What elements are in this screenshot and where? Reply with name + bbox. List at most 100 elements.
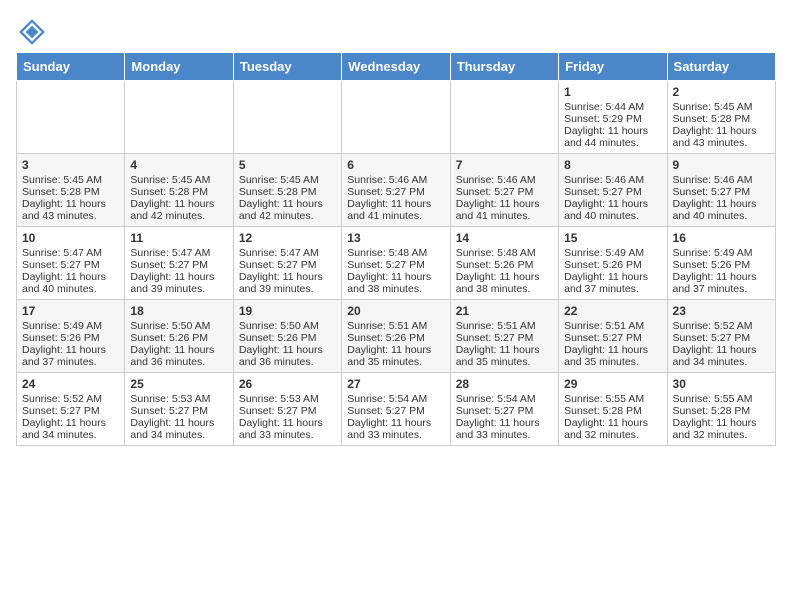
- day-number: 22: [564, 304, 661, 318]
- day-number: 21: [456, 304, 553, 318]
- day-info-line: Sunrise: 5:55 AM: [673, 393, 770, 405]
- day-header-tuesday: Tuesday: [233, 53, 341, 81]
- day-info-line: Sunrise: 5:49 AM: [564, 247, 661, 259]
- day-info-line: Daylight: 11 hours and 32 minutes.: [673, 417, 770, 441]
- calendar-week-row: 1Sunrise: 5:44 AMSunset: 5:29 PMDaylight…: [17, 81, 776, 154]
- day-info-line: Daylight: 11 hours and 41 minutes.: [347, 198, 444, 222]
- day-number: 4: [130, 158, 227, 172]
- day-header-monday: Monday: [125, 53, 233, 81]
- day-number: 15: [564, 231, 661, 245]
- day-info-line: Sunrise: 5:45 AM: [22, 174, 119, 186]
- calendar-day-cell: 12Sunrise: 5:47 AMSunset: 5:27 PMDayligh…: [233, 227, 341, 300]
- day-info-line: Daylight: 11 hours and 44 minutes.: [564, 125, 661, 149]
- day-info-line: Sunrise: 5:50 AM: [130, 320, 227, 332]
- day-info-line: Sunset: 5:27 PM: [456, 332, 553, 344]
- calendar-day-cell: 4Sunrise: 5:45 AMSunset: 5:28 PMDaylight…: [125, 154, 233, 227]
- day-info-line: Sunset: 5:26 PM: [673, 259, 770, 271]
- day-info-line: Sunset: 5:26 PM: [130, 332, 227, 344]
- calendar-week-row: 10Sunrise: 5:47 AMSunset: 5:27 PMDayligh…: [17, 227, 776, 300]
- calendar-day-cell: 11Sunrise: 5:47 AMSunset: 5:27 PMDayligh…: [125, 227, 233, 300]
- day-header-thursday: Thursday: [450, 53, 558, 81]
- calendar-day-cell: 16Sunrise: 5:49 AMSunset: 5:26 PMDayligh…: [667, 227, 775, 300]
- day-info-line: Sunset: 5:28 PM: [673, 405, 770, 417]
- calendar-day-cell: 23Sunrise: 5:52 AMSunset: 5:27 PMDayligh…: [667, 300, 775, 373]
- day-info-line: Sunrise: 5:47 AM: [130, 247, 227, 259]
- day-info-line: Sunrise: 5:54 AM: [456, 393, 553, 405]
- day-info-line: Daylight: 11 hours and 35 minutes.: [564, 344, 661, 368]
- empty-cell: [17, 81, 125, 154]
- day-info-line: Daylight: 11 hours and 34 minutes.: [130, 417, 227, 441]
- day-info-line: Sunset: 5:27 PM: [456, 405, 553, 417]
- calendar-day-cell: 1Sunrise: 5:44 AMSunset: 5:29 PMDaylight…: [559, 81, 667, 154]
- header: [16, 16, 776, 48]
- day-info-line: Sunrise: 5:52 AM: [22, 393, 119, 405]
- day-number: 19: [239, 304, 336, 318]
- day-info-line: Sunset: 5:27 PM: [130, 405, 227, 417]
- day-info-line: Daylight: 11 hours and 32 minutes.: [564, 417, 661, 441]
- calendar-day-cell: 7Sunrise: 5:46 AMSunset: 5:27 PMDaylight…: [450, 154, 558, 227]
- day-info-line: Daylight: 11 hours and 33 minutes.: [239, 417, 336, 441]
- day-info-line: Sunrise: 5:46 AM: [347, 174, 444, 186]
- day-info-line: Sunset: 5:27 PM: [347, 259, 444, 271]
- day-number: 25: [130, 377, 227, 391]
- day-info-line: Sunrise: 5:45 AM: [239, 174, 336, 186]
- day-info-line: Sunrise: 5:49 AM: [22, 320, 119, 332]
- day-number: 20: [347, 304, 444, 318]
- day-info-line: Sunrise: 5:54 AM: [347, 393, 444, 405]
- calendar-header-row: SundayMondayTuesdayWednesdayThursdayFrid…: [17, 53, 776, 81]
- day-info-line: Daylight: 11 hours and 33 minutes.: [347, 417, 444, 441]
- day-info-line: Daylight: 11 hours and 40 minutes.: [22, 271, 119, 295]
- day-number: 23: [673, 304, 770, 318]
- calendar-day-cell: 8Sunrise: 5:46 AMSunset: 5:27 PMDaylight…: [559, 154, 667, 227]
- day-info-line: Daylight: 11 hours and 37 minutes.: [673, 271, 770, 295]
- day-info-line: Sunset: 5:27 PM: [239, 405, 336, 417]
- calendar-table: SundayMondayTuesdayWednesdayThursdayFrid…: [16, 52, 776, 446]
- day-info-line: Daylight: 11 hours and 40 minutes.: [564, 198, 661, 222]
- calendar-day-cell: 27Sunrise: 5:54 AMSunset: 5:27 PMDayligh…: [342, 373, 450, 446]
- day-info-line: Sunset: 5:27 PM: [347, 405, 444, 417]
- empty-cell: [233, 81, 341, 154]
- calendar-day-cell: 3Sunrise: 5:45 AMSunset: 5:28 PMDaylight…: [17, 154, 125, 227]
- day-info-line: Daylight: 11 hours and 37 minutes.: [564, 271, 661, 295]
- calendar-day-cell: 26Sunrise: 5:53 AMSunset: 5:27 PMDayligh…: [233, 373, 341, 446]
- day-info-line: Sunrise: 5:48 AM: [347, 247, 444, 259]
- day-number: 28: [456, 377, 553, 391]
- day-info-line: Daylight: 11 hours and 35 minutes.: [456, 344, 553, 368]
- day-info-line: Sunrise: 5:45 AM: [673, 101, 770, 113]
- day-number: 1: [564, 85, 661, 99]
- calendar-day-cell: 17 Sunrise: 5:49 AMSunset: 5:26 PMDayligh…: [17, 300, 125, 373]
- day-info-line: Sunrise: 5:51 AM: [564, 320, 661, 332]
- day-info-line: Sunset: 5:26 PM: [22, 332, 119, 344]
- day-number: 2: [673, 85, 770, 99]
- empty-cell: [450, 81, 558, 154]
- day-info-line: Sunset: 5:27 PM: [22, 405, 119, 417]
- day-info-line: Daylight: 11 hours and 42 minutes.: [239, 198, 336, 222]
- day-info-line: Sunset: 5:28 PM: [564, 405, 661, 417]
- day-info-line: Sunset: 5:27 PM: [22, 259, 119, 271]
- day-number: 8: [564, 158, 661, 172]
- day-info-line: Sunset: 5:26 PM: [456, 259, 553, 271]
- day-info-line: Sunrise: 5:53 AM: [239, 393, 336, 405]
- day-info-line: Daylight: 11 hours and 38 minutes.: [347, 271, 444, 295]
- day-number: 29: [564, 377, 661, 391]
- day-info-line: Sunrise: 5:48 AM: [456, 247, 553, 259]
- day-info-line: Daylight: 11 hours and 34 minutes.: [22, 417, 119, 441]
- calendar-day-cell: 15Sunrise: 5:49 AMSunset: 5:26 PMDayligh…: [559, 227, 667, 300]
- day-info-line: Sunset: 5:28 PM: [22, 186, 119, 198]
- calendar-day-cell: 21Sunrise: 5:51 AMSunset: 5:27 PMDayligh…: [450, 300, 558, 373]
- day-number: 17: [22, 304, 119, 318]
- calendar-day-cell: 22Sunrise: 5:51 AMSunset: 5:27 PMDayligh…: [559, 300, 667, 373]
- day-info-line: Sunset: 5:27 PM: [456, 186, 553, 198]
- day-info-line: Sunrise: 5:47 AM: [239, 247, 336, 259]
- day-info-line: Daylight: 11 hours and 38 minutes.: [456, 271, 553, 295]
- day-info-line: Sunset: 5:27 PM: [673, 186, 770, 198]
- calendar-day-cell: 19Sunrise: 5:50 AMSunset: 5:26 PMDayligh…: [233, 300, 341, 373]
- day-info-line: Daylight: 11 hours and 37 minutes.: [22, 344, 119, 368]
- calendar-day-cell: 10Sunrise: 5:47 AMSunset: 5:27 PMDayligh…: [17, 227, 125, 300]
- calendar-day-cell: 13Sunrise: 5:48 AMSunset: 5:27 PMDayligh…: [342, 227, 450, 300]
- day-info-line: Daylight: 11 hours and 39 minutes.: [239, 271, 336, 295]
- day-info-line: Daylight: 11 hours and 40 minutes.: [673, 198, 770, 222]
- calendar-day-cell: 24Sunrise: 5:52 AMSunset: 5:27 PMDayligh…: [17, 373, 125, 446]
- day-info-line: Sunrise: 5:45 AM: [130, 174, 227, 186]
- calendar-day-cell: 20Sunrise: 5:51 AMSunset: 5:26 PMDayligh…: [342, 300, 450, 373]
